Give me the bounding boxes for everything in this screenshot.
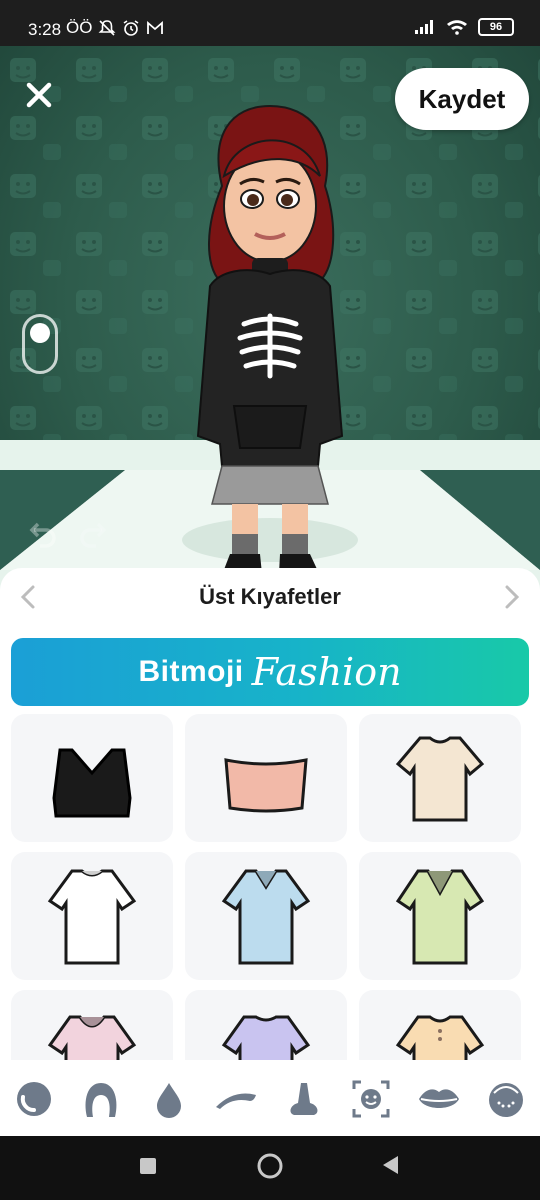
tool-lips[interactable] [416, 1076, 462, 1122]
undo-icon[interactable] [24, 518, 58, 552]
tool-face-details[interactable] [483, 1076, 529, 1122]
clothing-item[interactable] [359, 852, 521, 980]
eyebrow-icon [216, 1093, 257, 1109]
close-button[interactable] [18, 74, 60, 116]
clothing-item[interactable] [11, 990, 173, 1060]
battery-icon: 96 [478, 18, 514, 36]
tool-hair[interactable] [78, 1076, 124, 1122]
zoom-toggle-knob[interactable] [30, 323, 50, 343]
category-title: Üst Kıyafetler [199, 584, 341, 609]
system-nav-bar [0, 1136, 540, 1200]
gmail-icon [147, 21, 164, 34]
muted-bell-icon [99, 20, 116, 36]
bitmoji-fashion-banner[interactable]: Bitmoji Fashion [11, 638, 529, 706]
status-time: 3:28 [28, 20, 62, 39]
signal-icon [415, 20, 433, 34]
alarm-icon [124, 20, 139, 36]
lavender-tee [221, 1015, 311, 1060]
hair-icon [85, 1083, 117, 1117]
tool-nose[interactable] [281, 1076, 327, 1122]
category-header: Üst Kıyafetler [0, 568, 540, 626]
face-details-icon [489, 1083, 524, 1117]
face-shape-icon [352, 1080, 390, 1118]
skin-tone-icon [16, 1082, 51, 1116]
lips-icon [418, 1089, 459, 1108]
back-triangle-icon[interactable] [380, 1154, 400, 1176]
black-sports-bra [52, 748, 132, 818]
beige-t-shirt [395, 736, 485, 822]
recents-square-icon[interactable] [138, 1156, 158, 1176]
zoom-toggle[interactable] [22, 314, 58, 374]
avatar-stage: Kaydet [0, 46, 540, 606]
home-circle-icon[interactable] [256, 1152, 284, 1180]
banner-fashion: Fashion [251, 650, 402, 694]
light-green-v-neck-tee [395, 869, 485, 965]
tool-skin-tone[interactable] [11, 1076, 57, 1122]
pink-scoop-tee [47, 1015, 137, 1060]
light-blue-v-neck-tee [221, 869, 311, 965]
status-indicators: ÖÖ [66, 18, 93, 37]
pink-tube-top [224, 758, 308, 813]
clothing-grid [11, 714, 529, 1060]
bitmoji-avatar [196, 104, 344, 596]
clothing-item[interactable] [359, 714, 521, 842]
white-t-shirt [47, 869, 137, 965]
clothing-item[interactable] [11, 714, 173, 842]
banner-brand: Bitmoji [138, 655, 244, 688]
tool-face-shape[interactable] [348, 1076, 394, 1122]
tool-eyebrows[interactable] [213, 1076, 259, 1122]
clothing-item[interactable] [11, 852, 173, 980]
hair-color-icon [156, 1083, 181, 1118]
clothing-item[interactable] [359, 990, 521, 1060]
outfit-panel: Üst Kıyafetler Bitmoji Fashion [0, 568, 540, 1138]
clothing-item[interactable] [185, 714, 347, 842]
wifi-icon [447, 20, 467, 35]
peach-henley [395, 1015, 485, 1060]
clothing-item[interactable] [185, 990, 347, 1060]
feature-toolbar [0, 1060, 540, 1138]
redo-icon[interactable] [78, 518, 112, 552]
clothing-item[interactable] [185, 852, 347, 980]
save-button[interactable]: Kaydet [395, 68, 529, 130]
tool-hair-color[interactable] [146, 1076, 192, 1122]
nose-icon [290, 1083, 318, 1115]
chevron-right-icon[interactable] [502, 582, 522, 612]
close-icon [26, 82, 52, 108]
